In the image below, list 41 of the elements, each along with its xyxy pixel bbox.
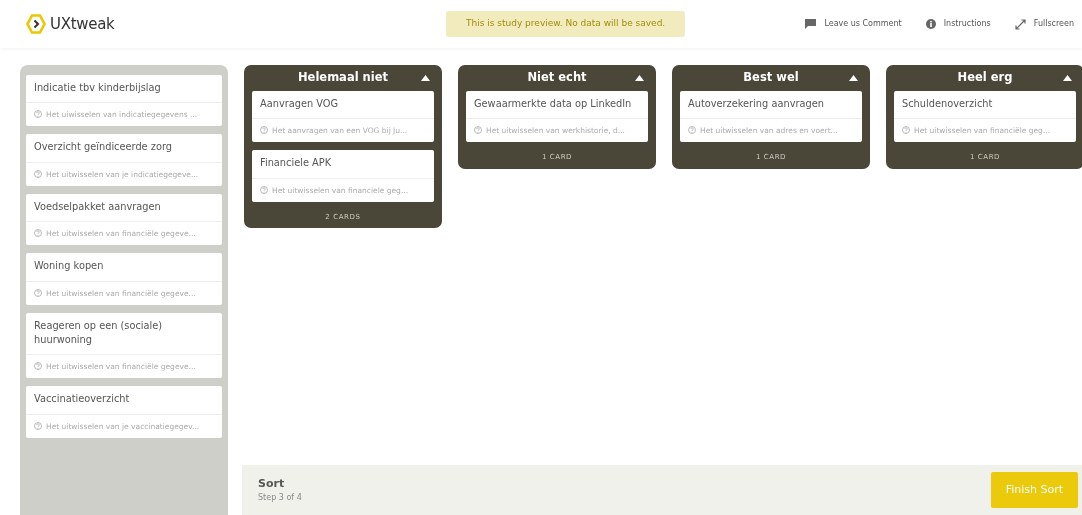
collapse-toggle[interactable] xyxy=(421,75,430,81)
info-link[interactable]: Instructions xyxy=(943,18,991,30)
category-name: Niet echt xyxy=(526,69,588,87)
card-title: Autoverzekering aanvragen xyxy=(680,91,862,120)
collapse-toggle[interactable] xyxy=(1063,75,1072,81)
help-icon xyxy=(34,229,42,238)
card-title: Voedselpakket aanvragen xyxy=(26,193,222,223)
category-name: Helemaal niet xyxy=(296,69,389,87)
help-icon xyxy=(902,126,910,135)
help-icon xyxy=(260,126,268,135)
step-counter: Step 3 of 4 xyxy=(258,492,303,505)
card-title: Schuldenoverzicht xyxy=(894,91,1076,120)
fullscreen-icon xyxy=(1014,18,1026,30)
collapse-toggle[interactable] xyxy=(635,75,644,81)
preview-notice: This is study preview. No data will be saved. xyxy=(446,11,686,37)
info-icon xyxy=(925,19,936,29)
card-title: Vaccinatieoverzicht xyxy=(26,386,222,415)
logo-text: UXtweak xyxy=(50,13,115,35)
category-name: Best wel xyxy=(742,69,800,87)
logo-icon xyxy=(26,14,46,34)
help-icon xyxy=(260,185,268,194)
help-icon xyxy=(688,126,696,135)
comment-link[interactable]: Leave us Comment xyxy=(824,18,902,30)
help-icon xyxy=(34,110,42,119)
step-title: Sort xyxy=(258,475,286,492)
collapse-toggle[interactable] xyxy=(849,75,858,81)
card-title: Woning kopen xyxy=(26,253,222,282)
category-name: Heel erg xyxy=(956,69,1014,87)
card-title: Indicatie tbv kinderbijslag xyxy=(26,75,222,104)
card-title: Aanvragen VOG xyxy=(252,91,434,120)
card-title: Reageren op een (sociale) huurwoning xyxy=(26,312,222,356)
help-icon xyxy=(34,169,42,178)
card-title: Overzicht geïndiceerde zorg xyxy=(26,134,222,163)
help-icon xyxy=(34,288,42,297)
card-title: Financiele APK xyxy=(252,150,434,179)
help-icon xyxy=(34,421,42,430)
fullscreen-link[interactable]: Fullscreen xyxy=(1033,18,1074,30)
help-icon xyxy=(474,126,482,135)
comment-icon xyxy=(805,19,817,29)
card-title: Gewaarmerkte data op LinkedIn xyxy=(466,91,648,120)
help-icon xyxy=(34,362,42,371)
